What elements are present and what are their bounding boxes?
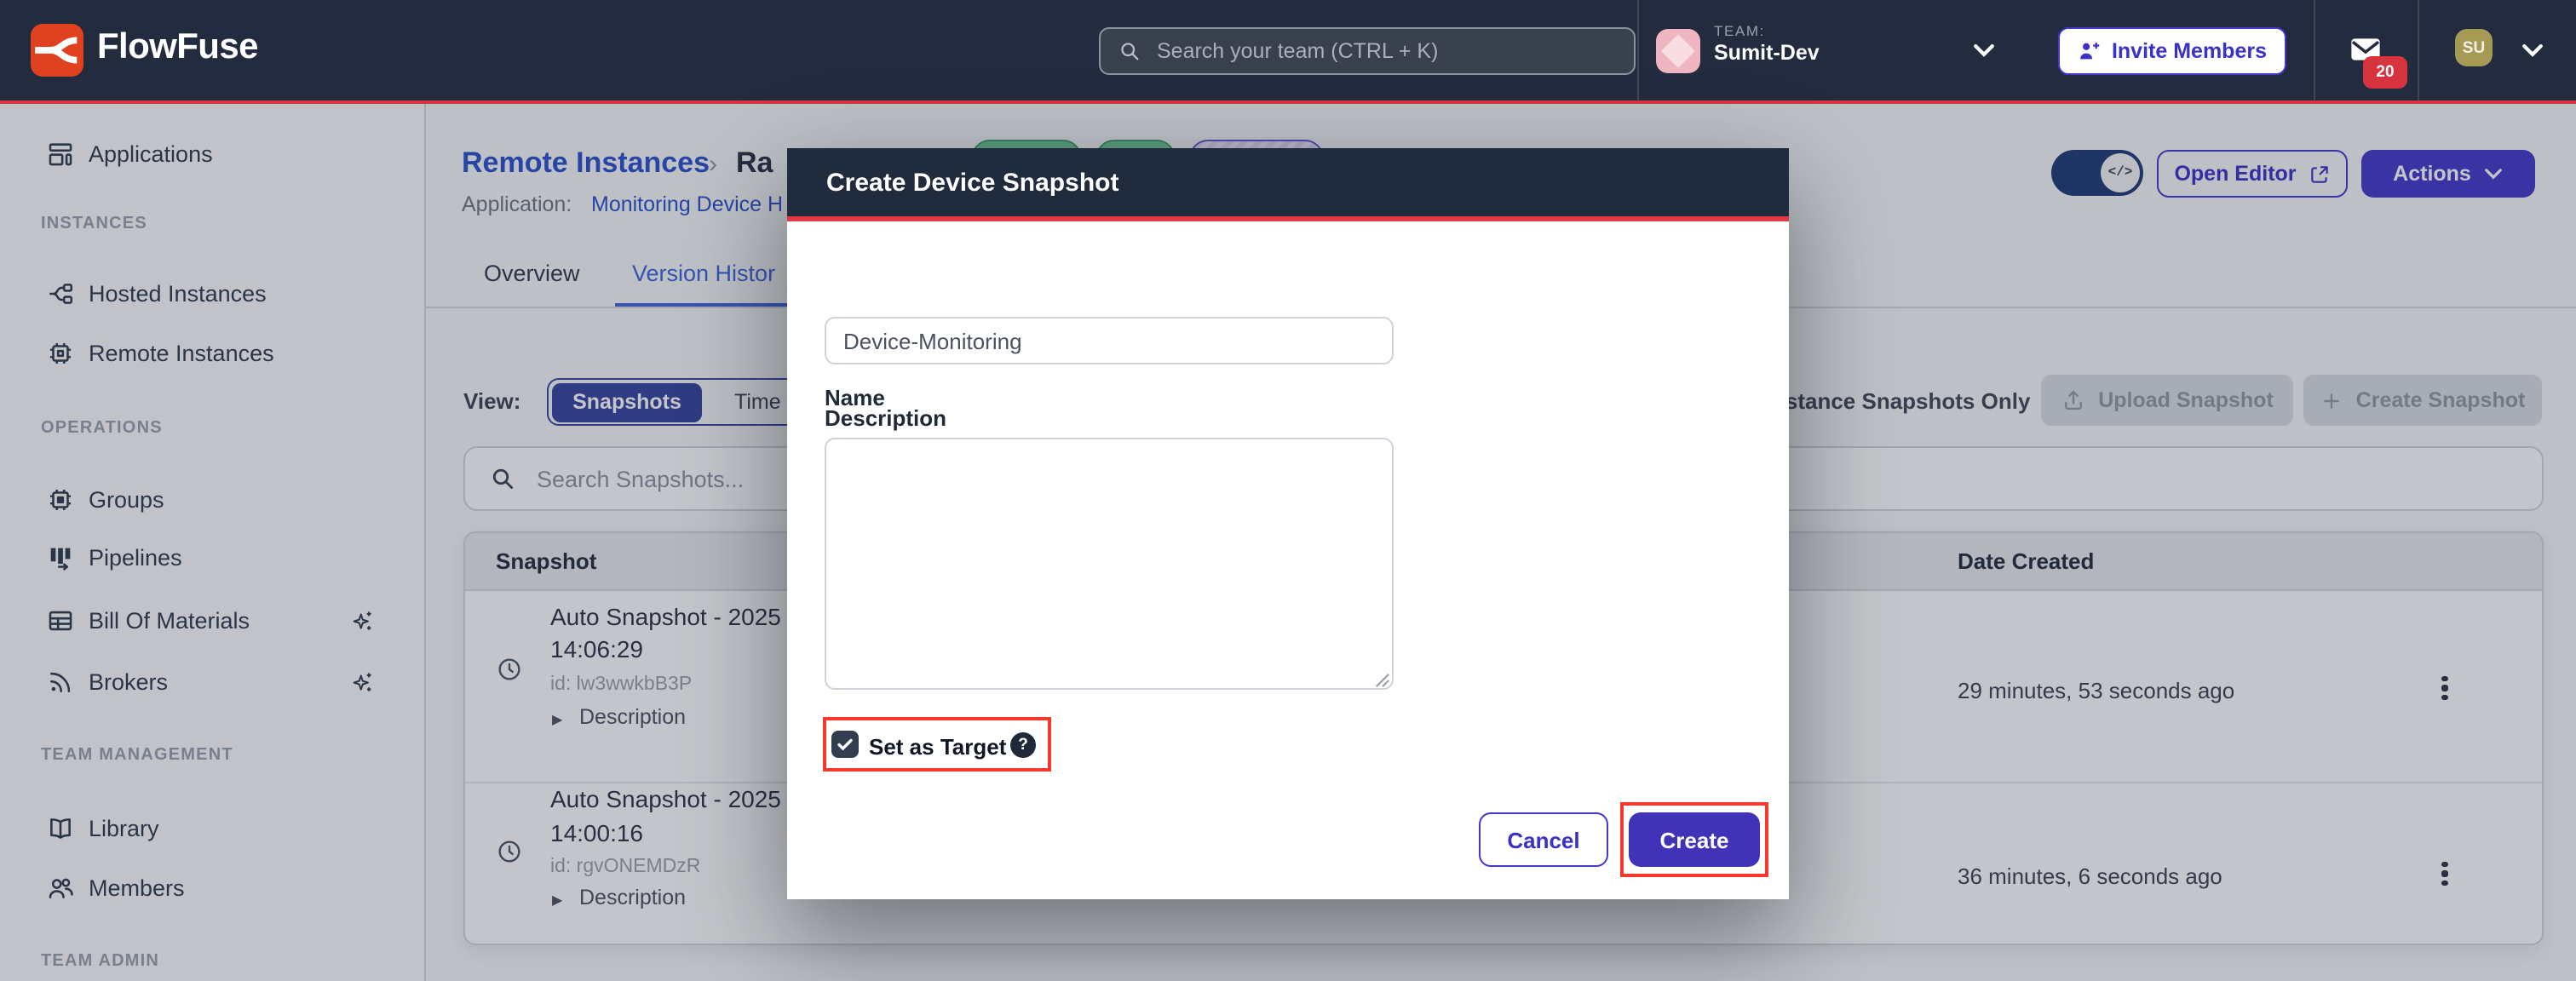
name-field[interactable]	[825, 317, 1394, 364]
notification-count-badge: 20	[2363, 56, 2407, 89]
team-search-input[interactable]	[1153, 37, 1617, 65]
user-menu-chevron-down-icon[interactable]	[2521, 43, 2544, 58]
logo-wordmark[interactable]: FlowFuse	[97, 27, 258, 68]
app-root: FlowFuse TEAM: Sumit-Dev Invite Members	[0, 0, 2576, 981]
user-plus-icon	[2078, 39, 2102, 63]
team-chevron-down-icon[interactable]	[1973, 43, 1995, 58]
team-search-box[interactable]	[1099, 27, 1636, 75]
team-avatar[interactable]	[1656, 29, 1700, 73]
description-label: Description	[825, 405, 946, 431]
flowfuse-logo-icon[interactable]	[31, 24, 83, 77]
modal-title: Create Device Snapshot	[826, 169, 1118, 198]
modal-header: Create Device Snapshot	[787, 148, 1789, 221]
invite-members-button[interactable]: Invite Members	[2058, 27, 2286, 75]
navbar-divider	[2418, 0, 2419, 100]
description-field[interactable]	[825, 438, 1394, 690]
set-as-target-checkbox[interactable]	[831, 731, 859, 758]
create-button[interactable]: Create	[1629, 812, 1760, 867]
set-as-target-label[interactable]: Set as Target	[869, 734, 1006, 760]
help-question-icon[interactable]: ?	[1010, 732, 1036, 758]
invite-members-label: Invite Members	[2112, 39, 2267, 63]
navbar-divider	[2314, 0, 2315, 100]
textarea-resize-handle[interactable]	[1375, 673, 1390, 688]
user-avatar[interactable]: SU	[2455, 29, 2493, 66]
navbar-accent-line	[0, 100, 2576, 104]
team-name[interactable]: Sumit-Dev	[1714, 41, 1820, 65]
cancel-button[interactable]: Cancel	[1479, 812, 1608, 867]
create-device-snapshot-modal: Create Device Snapshot Name Description …	[787, 148, 1789, 899]
search-icon	[1118, 39, 1141, 63]
team-label: TEAM:	[1714, 22, 1765, 39]
navbar-divider	[1637, 0, 1639, 100]
